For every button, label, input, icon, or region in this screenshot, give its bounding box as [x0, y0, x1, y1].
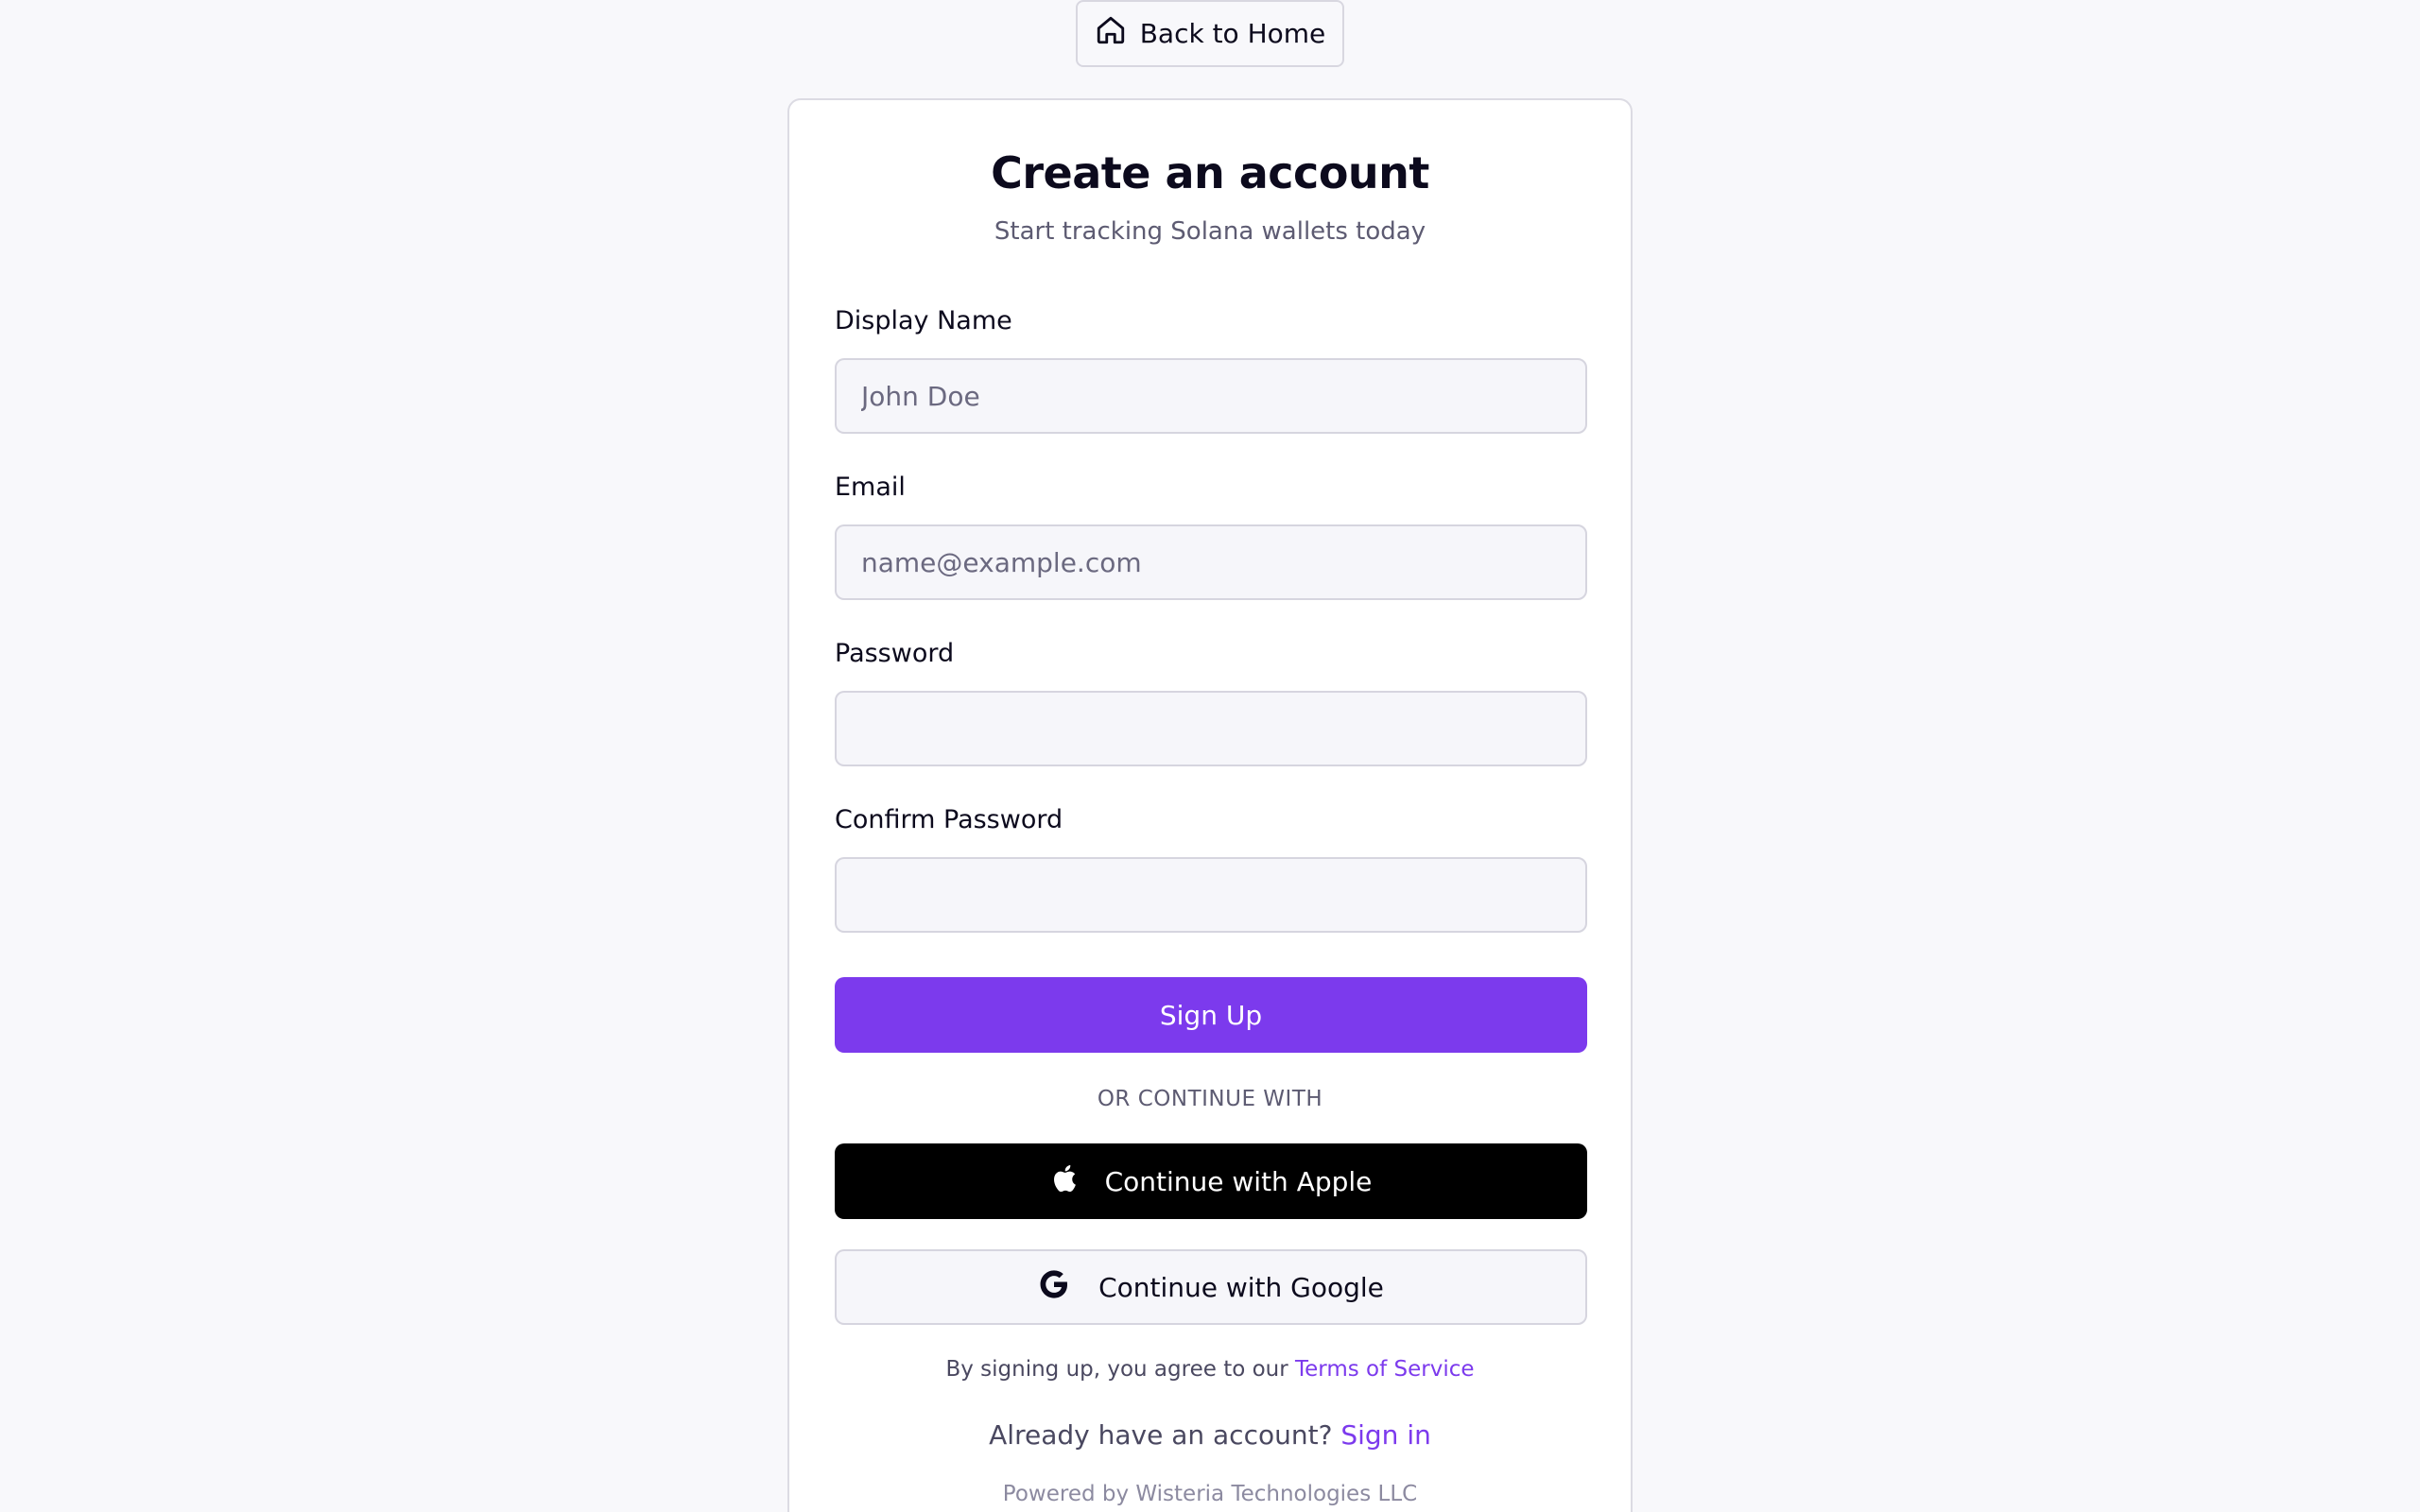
apple-icon	[1050, 1162, 1082, 1201]
continue-with-google-label: Continue with Google	[1098, 1271, 1384, 1303]
sign-in-link[interactable]: Sign in	[1340, 1419, 1431, 1451]
page: Back to Home Create an account Start tra…	[0, 0, 2420, 1512]
or-continue-with-divider: OR CONTINUE WITH	[1097, 1087, 1323, 1111]
page-subtitle: Start tracking Solana wallets today	[994, 217, 1426, 246]
home-icon	[1095, 14, 1127, 53]
terms-of-service-link[interactable]: Terms of Service	[1295, 1357, 1475, 1382]
terms-prefix: By signing up, you agree to our	[945, 1357, 1296, 1382]
signup-card: Create an account Start tracking Solana …	[787, 98, 1633, 1512]
continue-with-google-button[interactable]: Continue with Google	[835, 1249, 1587, 1325]
continue-with-apple-button[interactable]: Continue with Apple	[835, 1143, 1587, 1219]
display-name-label: Display Name	[835, 306, 1012, 335]
email-input[interactable]	[835, 524, 1587, 600]
signin-prefix: Already have an account?	[989, 1419, 1341, 1451]
display-name-input[interactable]	[835, 358, 1587, 434]
back-to-home-button[interactable]: Back to Home	[1076, 0, 1344, 67]
email-label: Email	[835, 472, 906, 502]
password-input[interactable]	[835, 691, 1587, 766]
confirm-password-input[interactable]	[835, 857, 1587, 933]
terms-notice: By signing up, you agree to our Terms of…	[789, 1357, 1631, 1382]
page-title: Create an account	[991, 147, 1429, 198]
password-label: Password	[835, 639, 955, 668]
signin-prompt: Already have an account? Sign in	[789, 1419, 1631, 1451]
continue-with-apple-label: Continue with Apple	[1104, 1165, 1373, 1197]
powered-by-text: Powered by Wisteria Technologies LLC	[1002, 1482, 1418, 1506]
confirm-password-label: Confirm Password	[835, 805, 1063, 834]
google-icon	[1038, 1268, 1070, 1307]
sign-up-button[interactable]: Sign Up	[835, 977, 1587, 1053]
back-to-home-label: Back to Home	[1139, 18, 1326, 49]
